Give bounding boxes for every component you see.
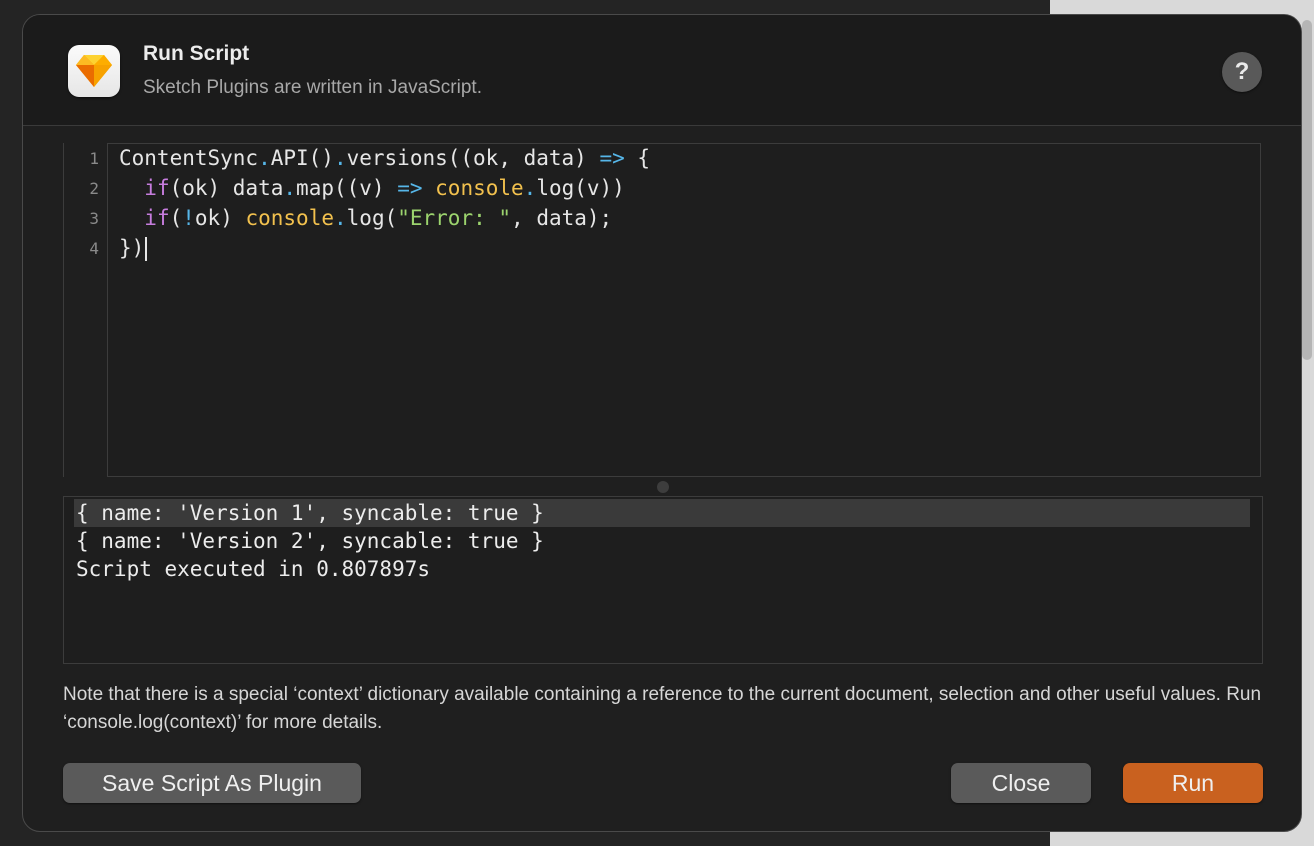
line-number: 3 [89, 209, 99, 228]
save-script-as-plugin-button[interactable]: Save Script As Plugin [63, 763, 361, 803]
code-token: log( [346, 206, 398, 230]
output-line[interactable]: { name: 'Version 1', syncable: true } [74, 499, 1250, 527]
code-token: console [435, 176, 524, 200]
output-line[interactable]: Script executed in 0.807897s [74, 555, 1250, 583]
code-token: . [334, 206, 347, 230]
dialog-subtitle: Sketch Plugins are written in JavaScript… [143, 77, 482, 98]
output-line[interactable]: { name: 'Version 2', syncable: true } [74, 527, 1250, 555]
code-token: ok) [194, 206, 246, 230]
code-line-2[interactable]: if(ok) data.map((v) => console.log(v)) [119, 176, 625, 200]
context-note: Note that there is a special ‘context’ d… [63, 684, 1262, 733]
code-token: }) [119, 236, 145, 260]
code-token: versions((ok, data) [346, 146, 600, 170]
split-view-handle[interactable] [657, 481, 669, 493]
code-token: , data); [511, 206, 613, 230]
code-token: . [333, 146, 347, 170]
help-button[interactable]: ? [1222, 52, 1262, 92]
line-number: 1 [89, 149, 99, 168]
code-token: . [283, 176, 297, 200]
code-token: map((v) [296, 176, 398, 200]
code-token: ! [182, 206, 195, 230]
console-output[interactable]: { name: 'Version 1', syncable: true } { … [63, 496, 1263, 664]
close-button[interactable]: Close [951, 763, 1091, 803]
dialog-header: Run Script Sketch Plugins are written in… [23, 15, 1301, 126]
code-token: console [245, 206, 334, 230]
line-number: 2 [89, 179, 99, 198]
background-scrollbar [1302, 20, 1312, 360]
code-token: . [258, 146, 271, 170]
code-token: { [624, 146, 651, 170]
code-token: ( [169, 206, 183, 230]
run-button[interactable]: Run [1123, 763, 1263, 803]
code-token: => [397, 176, 423, 200]
code-token: "Error: " [397, 206, 512, 230]
line-number-gutter: 1 2 3 4 [63, 143, 107, 477]
code-line-4[interactable]: }) [119, 236, 148, 261]
code-token: (ok) data [169, 176, 284, 200]
text-cursor [145, 237, 148, 261]
line-number: 4 [89, 239, 99, 258]
code-line-3[interactable]: if(!ok) console.log("Error: ", data); [119, 206, 612, 230]
code-token: => [599, 146, 625, 170]
run-script-dialog: Run Script Sketch Plugins are written in… [22, 14, 1302, 832]
code-token: ContentSync [119, 146, 259, 170]
sketch-diamond-icon [68, 45, 120, 97]
code-token: API() [270, 146, 334, 170]
code-token: log(v)) [536, 176, 625, 200]
code-line-1[interactable]: ContentSync.API().versions((ok, data) =>… [119, 146, 650, 170]
code-token: . [523, 176, 537, 200]
code-token: if [144, 206, 170, 230]
dialog-title: Run Script [143, 42, 250, 65]
code-token: if [144, 176, 170, 200]
